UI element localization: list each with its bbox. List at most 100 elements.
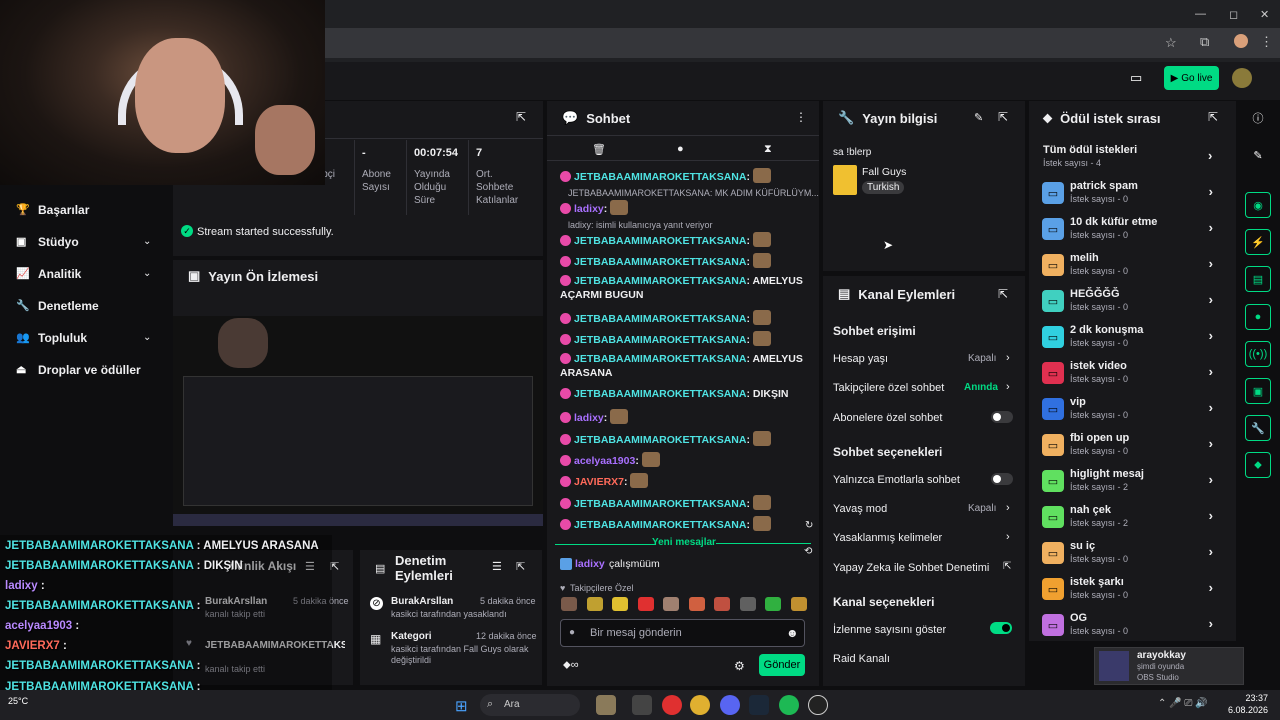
points-icon[interactable]: ⬥∞	[563, 659, 579, 672]
chevron-right-icon[interactable]: ›	[1006, 502, 1010, 514]
emote-icon[interactable]	[586, 597, 603, 611]
chat-user[interactable]: JAVIERX7	[574, 476, 624, 488]
nav-item-4[interactable]: 👥 Topluluk	[16, 331, 87, 345]
followers-chat-value[interactable]: Anında	[964, 382, 998, 393]
chevron-right-icon[interactable]: ›	[1209, 544, 1213, 559]
popout-icon[interactable]: ⇱	[1208, 110, 1218, 124]
lightning-icon[interactable]: ⚡	[1245, 229, 1271, 255]
task-view-icon[interactable]	[632, 695, 652, 715]
obs-icon[interactable]	[808, 695, 828, 715]
chat-icon[interactable]: ●	[1245, 304, 1271, 330]
reward-item[interactable]: ▭ 10 dk küfür etme İstek sayısı - 0 ›	[1042, 215, 1227, 249]
emote-icon[interactable]	[688, 597, 705, 611]
chevron-right-icon[interactable]: ›	[1209, 508, 1213, 523]
followers-chat-label[interactable]: Takipçilere özel sohbet	[833, 382, 944, 394]
chevron-right-icon[interactable]: ›	[1208, 148, 1212, 163]
viewer-count-toggle[interactable]	[990, 622, 1012, 634]
reward-item[interactable]: ▭ OG İstek sayısı - 0 ›	[1042, 611, 1227, 645]
mod-user[interactable]: BurakArsllan	[391, 596, 453, 607]
chrome-icon[interactable]	[690, 695, 710, 715]
clock-time[interactable]: 23:37	[1226, 693, 1268, 703]
weather-widget[interactable]: 25°C	[8, 696, 28, 706]
chat-user[interactable]: JETBABAAMIMAROKETTAKSANA	[574, 256, 746, 268]
nav-item-1[interactable]: ▣ Stüdyo	[16, 235, 79, 249]
taskbar-search[interactable]	[480, 694, 580, 716]
nav-item-3[interactable]: 🔧 Denetleme	[16, 299, 99, 313]
send-button[interactable]: Gönder	[759, 654, 805, 676]
chat-user[interactable]: acelyaa1903	[574, 455, 635, 467]
chevron-right-icon[interactable]: ›	[1209, 184, 1213, 199]
chat-user[interactable]: ladixy	[574, 203, 604, 215]
popout-icon[interactable]: ⇱	[998, 287, 1008, 301]
external-link-icon[interactable]: ⇱	[1003, 561, 1011, 572]
chat-user[interactable]: JETBABAAMIMAROKETTAKSANA	[574, 519, 746, 531]
reward-item[interactable]: ▭ istek şarkı İstek sayısı - 0 ›	[1042, 575, 1227, 609]
popout-icon[interactable]: ⇱	[516, 560, 525, 573]
chat-user[interactable]: JETBABAAMIMAROKETTAKSANA	[574, 235, 746, 247]
chevron-right-icon[interactable]: ›	[1209, 292, 1213, 307]
chevron-right-icon[interactable]: ›	[1209, 616, 1213, 631]
chevron-right-icon[interactable]: ›	[1209, 364, 1213, 379]
chevron-right-icon[interactable]: ›	[1209, 328, 1213, 343]
chat-user[interactable]: JETBABAAMIMAROKETTAKSANA	[574, 313, 746, 325]
reward-item[interactable]: ▭ su iç İstek sayısı - 0 ›	[1042, 539, 1227, 573]
broadcast-icon[interactable]: ((•))	[1245, 341, 1271, 367]
trash-icon[interactable]: 🗑	[592, 143, 606, 156]
reward-item[interactable]: ▭ melih İstek sayısı - 0 ›	[1042, 251, 1227, 285]
steam-icon[interactable]	[749, 695, 769, 715]
emote-picker-icon[interactable]: ☻	[786, 626, 799, 640]
camera-icon[interactable]: ◉	[1245, 192, 1271, 218]
menu-icon[interactable]: ⋮	[1260, 34, 1273, 50]
raid-label[interactable]: Raid Kanalı	[833, 653, 890, 665]
chevron-right-icon[interactable]: ›	[1209, 436, 1213, 451]
reward-item[interactable]: ▭ nah çek İstek sayısı - 2 ›	[1042, 503, 1227, 537]
emote-only-toggle[interactable]	[991, 473, 1013, 485]
list-icon[interactable]: ▤	[1245, 266, 1271, 292]
gear-icon[interactable]: ⚙	[734, 659, 745, 673]
emote-icon[interactable]	[714, 597, 730, 611]
chat-user[interactable]: JETBABAAMIMAROKETTAKSANA	[574, 275, 746, 287]
chevron-right-icon[interactable]: ›	[1006, 381, 1010, 393]
account-age-label[interactable]: Hesap yaşı	[833, 353, 888, 365]
account-age-value[interactable]: Kapalı	[968, 353, 996, 364]
star-icon[interactable]: ☆	[1165, 35, 1177, 51]
address-bar[interactable]	[325, 28, 1280, 58]
maximize-button[interactable]: ◻	[1229, 8, 1238, 21]
emote-icon[interactable]	[739, 597, 756, 611]
chevron-right-icon[interactable]: ›	[1209, 220, 1213, 235]
reward-item[interactable]: ▭ fbi open up İstek sayısı - 0 ›	[1042, 431, 1227, 465]
dashboard-icon[interactable]: ▣	[1245, 378, 1271, 404]
chat-user[interactable]: JETBABAAMIMAROKETTAKSANA	[574, 498, 746, 510]
stream-preview[interactable]	[173, 316, 543, 526]
chat-user[interactable]: JETBABAAMIMAROKETTAKSANA	[574, 353, 746, 365]
chevron-right-icon[interactable]: ›	[1209, 580, 1213, 595]
emote-icon[interactable]	[765, 597, 781, 611]
chat-menu-icon[interactable]: ⋮	[795, 110, 807, 124]
chevron-right-icon[interactable]: ›	[1209, 472, 1213, 487]
all-rewards-label[interactable]: Tüm ödül istekleri	[1043, 144, 1137, 156]
chevron-right-icon[interactable]: ›	[1209, 256, 1213, 271]
clock-date[interactable]: 6.08.2026	[1226, 705, 1268, 715]
chat-user[interactable]: JETBABAAMIMAROKETTAKSANA	[574, 334, 746, 346]
chevron-down-icon[interactable]: ⌄	[143, 268, 151, 279]
opera-icon[interactable]	[662, 695, 682, 715]
chevron-down-icon[interactable]: ⌄	[143, 236, 151, 247]
minimize-button[interactable]: —	[1195, 8, 1206, 20]
chat-user[interactable]: JETBABAAMIMAROKETTAKSANA	[574, 434, 746, 446]
emote-icon[interactable]	[790, 597, 807, 611]
reward-item[interactable]: ▭ vip İstek sayısı - 0 ›	[1042, 395, 1227, 429]
chevron-right-icon[interactable]: ›	[1209, 400, 1213, 415]
windows-start-icon[interactable]: ⊞	[455, 697, 468, 715]
info-icon[interactable]: ⓘ	[1245, 105, 1271, 131]
extensions-icon[interactable]: ⧉	[1200, 34, 1209, 50]
tray-icons[interactable]: ⌃ 🎤 ⎚ 🔊	[1158, 698, 1208, 709]
emote-icon[interactable]	[561, 597, 577, 611]
tag-turkish[interactable]: Turkish	[862, 181, 905, 194]
scroll-icon[interactable]: ↻	[805, 520, 813, 531]
go-live-button[interactable]: ▶ Go live	[1164, 66, 1219, 90]
edit-icon[interactable]: ✎	[1245, 142, 1271, 168]
chevron-down-icon[interactable]: ⌄	[143, 332, 151, 343]
history-icon[interactable]: ⟲	[804, 546, 812, 557]
emote-icon[interactable]	[637, 597, 654, 611]
chat-user[interactable]: JETBABAAMIMAROKETTAKSANA	[574, 171, 746, 183]
